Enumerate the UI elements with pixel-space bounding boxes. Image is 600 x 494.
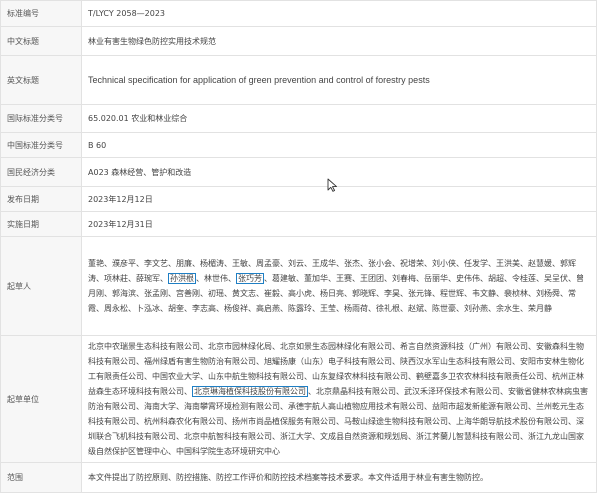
row-english-title: 英文标题 Technical specification for applica… [0,55,597,105]
label-scope: 范围 [0,462,82,493]
row-economic-classification: 国民经济分类 A023 森林经营、管护和改造 [0,157,597,187]
label-chinese-title: 中文标题 [0,26,82,56]
value-english-title: Technical specification for application … [81,55,597,105]
row-ccs-classification: 中国标准分类号 B 60 [0,132,597,158]
value-drafting-organizations: 北京中农瑞景生态科技有限公司、北京市园林绿化局、北京如景生态园林绿化有限公司、希… [81,335,597,463]
label-standard-number: 标准编号 [0,0,82,27]
drafters-text-middle: 、林世伟、 [196,274,236,283]
row-standard-number: 标准编号 T/LYCY 2058—2023 [0,0,597,27]
label-ccs-classification: 中国标准分类号 [0,132,82,158]
value-publish-date: 2023年12月12日 [81,186,597,212]
value-ccs-classification: B 60 [81,132,597,158]
mouse-pointer-icon [327,178,337,192]
row-publish-date: 发布日期 2023年12月12日 [0,186,597,212]
row-scope: 范围 本文件提出了防控原则、防控措施、防控工作评价和防控技术档案等技术要求。本文… [0,462,597,493]
standard-info-table: 标准编号 T/LYCY 2058—2023 中文标题 林业有害生物绿色防控实用技… [0,0,597,493]
label-publish-date: 发布日期 [0,186,82,212]
label-english-title: 英文标题 [0,55,82,105]
value-standard-number: T/LYCY 2058—2023 [81,0,597,27]
label-implementation-date: 实施日期 [0,211,82,237]
value-ics-classification: 65.020.01 农业和林业综合 [81,104,597,133]
value-economic-classification: A023 森林经营、管护和改造 [81,157,597,187]
orgs-text-after: 、北京鼎晶科技有限公司、武汉禾泽环保技术有限公司、安徽省健林农林病虫害防治有限公… [88,387,588,456]
row-ics-classification: 国际标准分类号 65.020.01 农业和林业综合 [0,104,597,133]
drafter-highlight-2: 张巧芳 [236,273,264,284]
label-drafting-organizations: 起草单位 [0,335,82,463]
row-drafters: 起草人 董艳、濮彦平、李文艺、朋廉、杨楣涛、王敏、周孟豪、刘云、王成华、张杰、张… [0,236,597,336]
value-chinese-title: 林业有害生物绿色防控实用技术规范 [81,26,597,56]
row-drafting-organizations: 起草单位 北京中农瑞景生态科技有限公司、北京市园林绿化局、北京如景生态园林绿化有… [0,335,597,463]
value-drafters: 董艳、濮彦平、李文艺、朋廉、杨楣涛、王敏、周孟豪、刘云、王成华、张杰、张小会、祝… [81,236,597,336]
label-drafters: 起草人 [0,236,82,336]
row-chinese-title: 中文标题 林业有害生物绿色防控实用技术规范 [0,26,597,56]
value-implementation-date: 2023年12月31日 [81,211,597,237]
row-implementation-date: 实施日期 2023年12月31日 [0,211,597,237]
label-economic-classification: 国民经济分类 [0,157,82,187]
value-scope: 本文件提出了防控原则、防控措施、防控工作评价和防控技术档案等技术要求。本文件适用… [81,462,597,493]
org-highlight: 北京琳海植保科技股份有限公司 [192,386,308,397]
label-ics-classification: 国际标准分类号 [0,104,82,133]
drafter-highlight-1: 孙洪根 [168,273,196,284]
